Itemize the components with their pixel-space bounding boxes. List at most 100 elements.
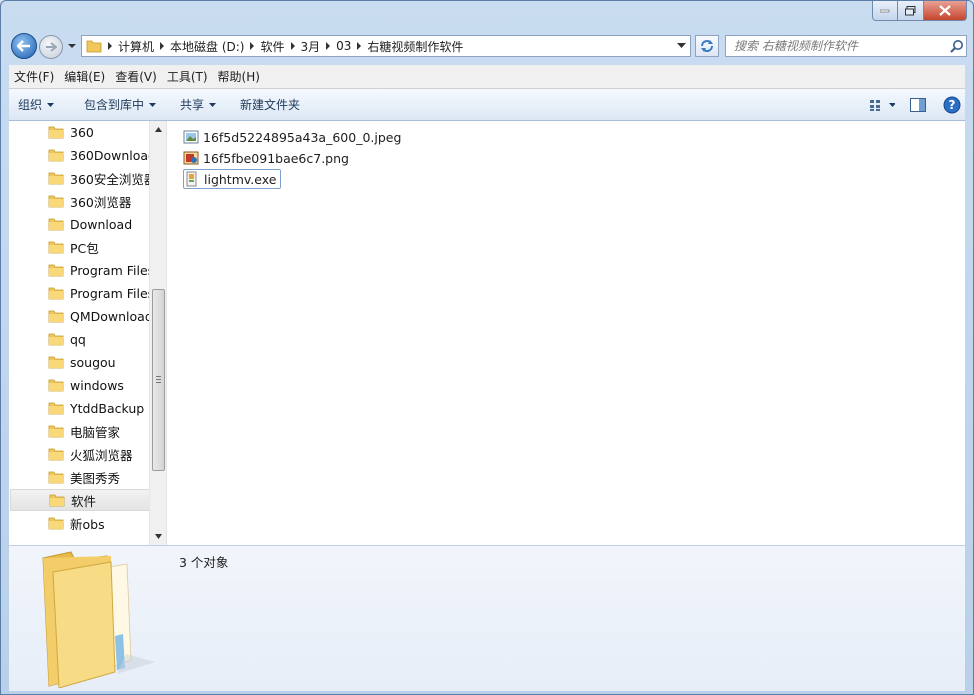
chevron-down-icon	[209, 102, 217, 107]
tree-item-label: 360浏览器	[70, 194, 132, 210]
caption-buttons	[872, 1, 967, 21]
tree-item[interactable]: 360Download	[10, 144, 150, 166]
folder-icon	[48, 379, 64, 392]
breadcrumb-software[interactable]: 软件	[260, 38, 284, 55]
scroll-up-button[interactable]	[150, 121, 166, 138]
forward-button[interactable]	[39, 35, 63, 59]
address-bar[interactable]: 计算机 本地磁盘 (D:) 软件 3月 03 右糖视频制作软件	[81, 35, 691, 57]
menu-bar: 文件(F) 编辑(E) 查看(V) 工具(T) 帮助(H)	[9, 65, 965, 89]
folder-icon	[48, 310, 64, 323]
scroll-grip	[156, 376, 161, 385]
tree-item[interactable]: 360安全浏览器	[10, 167, 150, 189]
share-button[interactable]: 共享	[171, 89, 225, 120]
menu-help[interactable]: 帮助(H)	[213, 65, 265, 88]
tree-item-label: PC包	[70, 240, 99, 256]
close-icon	[939, 5, 951, 16]
file-item[interactable]: lightmv.exe	[183, 169, 282, 189]
file-name: lightmv.exe	[204, 171, 277, 187]
item-count: 3 个对象	[179, 555, 229, 570]
chevron-down-icon	[676, 43, 686, 48]
tree-item[interactable]: windows	[10, 374, 150, 396]
tree-item[interactable]: 软件	[10, 489, 150, 511]
tree-item[interactable]: Download	[10, 213, 150, 235]
tree-item[interactable]: 电脑管家	[10, 420, 150, 442]
include-in-library-button[interactable]: 包含到库中	[75, 89, 165, 120]
address-dropdown-button[interactable]	[672, 36, 690, 56]
breadcrumb-computer[interactable]: 计算机	[118, 38, 154, 55]
large-folder-icon	[42, 551, 155, 688]
search-input[interactable]	[726, 36, 948, 56]
menu-edit[interactable]: 编辑(E)	[59, 65, 110, 88]
maximize-button[interactable]	[898, 1, 924, 21]
breadcrumb-chevron-icon[interactable]	[244, 42, 260, 50]
tree-item[interactable]: QMDownload	[10, 305, 150, 327]
search-box[interactable]	[725, 35, 967, 57]
preview-pane-button[interactable]	[905, 94, 931, 116]
tree-item-label: windows	[70, 377, 124, 393]
view-options-button[interactable]	[869, 94, 895, 116]
folder-icon	[48, 241, 64, 254]
breadcrumb-chevron-icon[interactable]	[102, 42, 118, 50]
new-folder-button[interactable]: 新建文件夹	[231, 89, 309, 120]
tree-item[interactable]: PC包	[10, 236, 150, 258]
tree-item[interactable]: qq	[10, 328, 150, 350]
folder-icon	[48, 356, 64, 369]
tree-item[interactable]: 360浏览器	[10, 190, 150, 212]
tree-item[interactable]: 新obs	[10, 512, 150, 534]
folder-icon	[49, 494, 65, 507]
tree-item-label: Program Files	[70, 285, 150, 301]
tree-item-label: 360Download	[70, 147, 150, 163]
folder-icon	[48, 425, 64, 438]
breadcrumb-chevron-icon[interactable]	[320, 42, 336, 50]
search-icon[interactable]	[948, 37, 966, 55]
back-button[interactable]	[11, 33, 37, 59]
folder-icon	[48, 517, 64, 530]
organize-button[interactable]: 组织	[9, 89, 63, 120]
file-name: 16f5d5224895a43a_600_0.jpeg	[203, 129, 402, 145]
breadcrumb-day[interactable]: 03	[336, 39, 351, 53]
png-image-icon	[183, 151, 199, 165]
breadcrumb-chevron-icon[interactable]	[154, 42, 170, 50]
breadcrumb-chevron-icon[interactable]	[351, 42, 367, 50]
tree-item[interactable]: Program Files	[10, 259, 150, 281]
menu-file[interactable]: 文件(F)	[9, 65, 59, 88]
tree-item[interactable]: 360	[10, 121, 150, 143]
menu-tools[interactable]: 工具(T)	[162, 65, 213, 88]
menu-view[interactable]: 查看(V)	[110, 65, 162, 88]
help-button[interactable]: ?	[939, 94, 965, 116]
file-item[interactable]: 16f5fbe091bae6c7.png	[183, 148, 349, 168]
tree-item-label: 电脑管家	[70, 424, 121, 440]
include-in-library-label: 包含到库中	[84, 98, 145, 112]
chevron-down-icon	[47, 102, 55, 107]
tree-scrollbar[interactable]	[149, 121, 166, 545]
scroll-thumb[interactable]	[152, 289, 165, 471]
history-dropdown-icon[interactable]	[67, 41, 77, 51]
tree-item-label: 新obs	[70, 516, 105, 532]
tree-item[interactable]: Program Files	[10, 282, 150, 304]
tree-item[interactable]: 火狐浏览器	[10, 443, 150, 465]
folder-icon	[86, 40, 102, 53]
breadcrumb-disk[interactable]: 本地磁盘 (D:)	[170, 38, 244, 55]
help-icon: ?	[943, 96, 961, 113]
scroll-down-button[interactable]	[150, 528, 166, 545]
folder-icon	[48, 264, 64, 277]
tree-item[interactable]: sougou	[10, 351, 150, 373]
tree-item[interactable]: YtddBackup	[10, 397, 150, 419]
refresh-button[interactable]	[695, 35, 719, 57]
tree-item-label: Program Files	[70, 262, 150, 278]
file-item[interactable]: 16f5d5224895a43a_600_0.jpeg	[183, 127, 401, 147]
breadcrumb-chevron-icon[interactable]	[285, 42, 301, 50]
breadcrumb-current[interactable]: 右糖视频制作软件	[367, 38, 463, 55]
folder-icon	[48, 218, 64, 231]
tree-item-label: QMDownload	[70, 308, 150, 324]
jpeg-image-icon	[183, 130, 199, 144]
breadcrumb-month[interactable]: 3月	[301, 38, 321, 55]
tree-item[interactable]: 美图秀秀	[10, 466, 150, 488]
minimize-button[interactable]	[872, 1, 898, 21]
svg-text:?: ?	[949, 98, 956, 112]
arrow-right-icon	[46, 42, 57, 52]
close-button[interactable]	[924, 1, 967, 21]
folder-icon	[48, 471, 64, 484]
folder-icon	[48, 333, 64, 346]
command-bar-right: ?	[863, 89, 965, 120]
